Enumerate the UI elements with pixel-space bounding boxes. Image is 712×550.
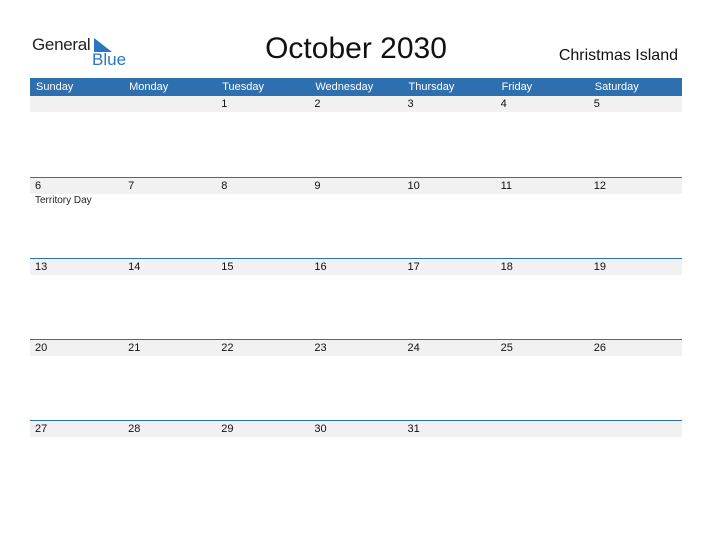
holiday-event <box>309 112 402 113</box>
holiday-event <box>589 112 682 113</box>
day-number: 18 <box>500 261 513 273</box>
day-number: 6 <box>35 180 42 192</box>
holiday-event <box>309 437 402 438</box>
day-number: 27 <box>35 423 48 435</box>
holiday-event <box>496 194 589 206</box>
day-number: 4 <box>500 98 507 110</box>
day-number: 15 <box>221 261 234 273</box>
day-number: 3 <box>407 98 414 110</box>
day-number: 16 <box>314 261 327 273</box>
holiday-event <box>403 356 496 357</box>
holiday-event <box>216 437 309 438</box>
events-row <box>30 275 682 276</box>
day-number: 30 <box>314 423 327 435</box>
holiday-event: Territory Day <box>35 195 92 206</box>
events-row: Territory Day <box>30 194 682 206</box>
day-number <box>123 96 216 112</box>
holiday-event <box>589 275 682 276</box>
day-number: 25 <box>500 342 513 354</box>
date-strip: 13 14 15 16 17 18 19 <box>30 259 682 275</box>
weekday-label: Thursday <box>408 81 455 93</box>
holiday-event <box>30 356 123 357</box>
holiday-event <box>496 437 589 438</box>
day-number: 22 <box>221 342 234 354</box>
events-row <box>30 112 682 113</box>
weekday-label: Monday <box>129 81 169 93</box>
day-number: 13 <box>35 261 48 273</box>
holiday-event <box>496 112 589 113</box>
week-row: 6 7 8 9 10 11 12 Territory Day <box>30 177 682 259</box>
country-label: Christmas Island <box>558 47 678 64</box>
holiday-event <box>30 275 123 276</box>
weekday-label: Saturday <box>594 81 639 93</box>
holiday-event <box>403 437 496 438</box>
weekday-label: Sunday <box>36 81 74 93</box>
date-strip: 1 2 3 4 5 <box>30 96 682 112</box>
day-number: 9 <box>314 180 321 192</box>
holiday-event <box>123 194 216 206</box>
holiday-event <box>589 194 682 206</box>
holiday-event <box>309 194 402 206</box>
day-number: 14 <box>128 261 141 273</box>
week-row: 13 14 15 16 17 18 19 <box>30 258 682 340</box>
day-number: 7 <box>128 180 135 192</box>
events-row <box>30 356 682 357</box>
weekday-label: Tuesday <box>222 81 265 93</box>
holiday-event <box>123 275 216 276</box>
holiday-event <box>403 194 496 206</box>
holiday-event <box>309 275 402 276</box>
week-row: 20 21 22 23 24 25 26 <box>30 339 682 421</box>
day-number: 23 <box>314 342 327 354</box>
day-number: 11 <box>500 180 513 192</box>
day-number: 10 <box>407 180 420 192</box>
day-number: 8 <box>221 180 228 192</box>
week-row: 1 2 3 4 5 <box>30 96 682 177</box>
day-number: 12 <box>593 180 606 192</box>
holiday-event <box>403 112 496 113</box>
holiday-event <box>216 112 309 113</box>
holiday-event <box>496 275 589 276</box>
holiday-event <box>123 112 216 113</box>
weekday-header: Sunday Monday Tuesday Wednesday Thursday… <box>30 78 682 96</box>
holiday-event <box>403 275 496 276</box>
day-number: 1 <box>221 98 228 110</box>
day-number: 24 <box>407 342 420 354</box>
day-number: 19 <box>593 261 606 273</box>
holiday-event <box>309 356 402 357</box>
holiday-event <box>123 437 216 438</box>
day-number: 29 <box>221 423 234 435</box>
date-strip: 6 7 8 9 10 11 12 <box>30 178 682 194</box>
day-number <box>589 421 682 437</box>
day-number <box>496 421 589 437</box>
day-number: 2 <box>314 98 321 110</box>
holiday-event <box>589 437 682 438</box>
date-strip: 20 21 22 23 24 25 26 <box>30 340 682 356</box>
weekday-label: Wednesday <box>315 81 374 93</box>
holiday-event <box>216 275 309 276</box>
day-number: 26 <box>593 342 606 354</box>
holiday-event <box>216 356 309 357</box>
holiday-event <box>30 437 123 438</box>
holiday-event <box>589 356 682 357</box>
holiday-event <box>123 356 216 357</box>
weekday-label: Friday <box>501 81 533 93</box>
day-number <box>30 96 123 112</box>
holiday-event <box>216 194 309 206</box>
events-row <box>30 437 682 438</box>
day-number: 20 <box>35 342 48 354</box>
day-number: 28 <box>128 423 141 435</box>
day-number: 5 <box>593 98 600 110</box>
day-number: 17 <box>407 261 420 273</box>
day-number: 31 <box>407 423 420 435</box>
holiday-event <box>30 112 123 113</box>
date-strip: 27 28 29 30 31 <box>30 421 682 437</box>
week-row: 27 28 29 30 31 <box>30 420 682 502</box>
day-number: 21 <box>128 342 141 354</box>
holiday-event <box>496 356 589 357</box>
